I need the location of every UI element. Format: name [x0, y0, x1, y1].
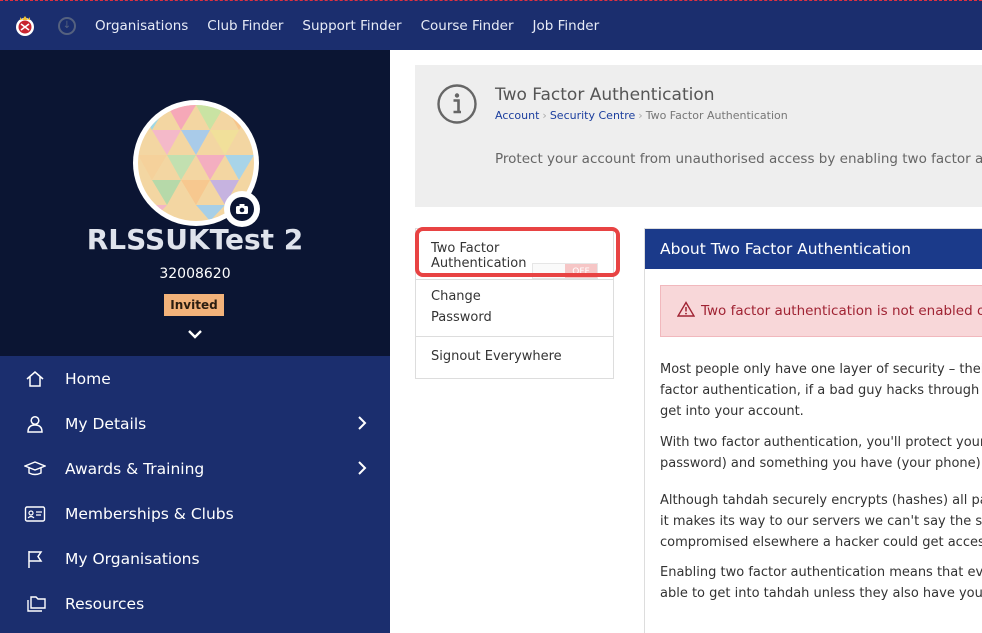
nav-link-course-finder[interactable]: Course Finder — [411, 1, 523, 51]
breadcrumb-account[interactable]: Account — [495, 109, 539, 122]
warning-icon — [677, 301, 695, 317]
paragraph-line: get into your account. — [660, 404, 804, 419]
id-card-icon — [24, 503, 46, 525]
paragraph-line: With two factor authentication, you'll p… — [660, 435, 982, 450]
user-icon — [24, 413, 46, 435]
breadcrumb-current: Two Factor Authentication — [645, 109, 788, 122]
nav-link-club-finder[interactable]: Club Finder — [198, 1, 293, 51]
page-header: Two Factor Authentication Account › Securi… — [415, 65, 982, 207]
profile-panel: RLSSUKTest 2 32008620 Invited — [0, 50, 390, 356]
about-panel: About Two Factor Authentication Two fact… — [644, 228, 982, 633]
paragraph-line: Although tahdah securely encrypts (hashe… — [660, 493, 982, 508]
camera-icon — [230, 197, 254, 221]
tab-label-line2: Password — [431, 310, 492, 325]
change-photo-button[interactable] — [224, 191, 260, 227]
sidebar-menu: Home My Details Awards & Training Member… — [0, 356, 390, 633]
paragraph-line: able to get into tahdah unless they also… — [660, 586, 982, 601]
top-nav: ↓ Organisations Club Finder Support Find… — [0, 0, 982, 50]
nav-link-organisations[interactable]: Organisations — [84, 1, 198, 51]
profile-name: RLSSUKTest 2 — [86, 223, 304, 256]
highlight-annotation — [415, 227, 620, 277]
main-content: Two Factor Authentication Account › Securi… — [390, 50, 982, 633]
not-enabled-alert: Two factor authentication is not enabled… — [660, 285, 982, 337]
about-paragraph-1: Most people only have one layer of secur… — [660, 359, 982, 422]
download-icon: ↓ — [58, 16, 76, 35]
sidebar-item-my-details[interactable]: My Details — [0, 401, 390, 446]
sidebar: RLSSUKTest 2 32008620 Invited Home My De… — [0, 50, 390, 633]
about-paragraph-2: With two factor authentication, you'll p… — [660, 432, 982, 474]
status-badge: Invited — [164, 294, 224, 316]
paragraph-line: password) and something you have (your p… — [660, 456, 982, 471]
sidebar-item-memberships-clubs[interactable]: Memberships & Clubs — [0, 491, 390, 536]
chevron-right-icon — [358, 461, 367, 475]
home-icon — [24, 368, 46, 390]
paragraph-line: factor authentication, if a bad guy hack… — [660, 383, 982, 398]
tab-label-line1: Change — [431, 289, 481, 304]
paragraph-line: compromised elsewhere a hacker could get… — [660, 535, 982, 550]
flag-icon — [24, 548, 46, 570]
sidebar-item-resources[interactable]: Resources — [0, 581, 390, 626]
nav-links: Organisations Club Finder Support Finder… — [84, 1, 609, 51]
about-paragraph-3: Although tahdah securely encrypts (hashe… — [660, 490, 982, 553]
breadcrumb: Account › Security Centre › Two Factor Authe… — [495, 109, 788, 122]
paragraph-line: Most people only have one layer of secur… — [660, 362, 982, 377]
tab-change-password[interactable]: Change Password — [416, 279, 613, 336]
page-description: Protect your account from unauthorised a… — [495, 151, 982, 167]
sidebar-item-label: Awards & Training — [65, 459, 205, 478]
chevron-right-icon — [358, 416, 367, 430]
nav-link-support-finder[interactable]: Support Finder — [293, 1, 411, 51]
about-paragraph-4: Enabling two factor authentication means… — [660, 562, 982, 604]
info-icon — [437, 84, 477, 124]
breadcrumb-separator-icon: › — [542, 109, 547, 122]
sidebar-item-awards-training[interactable]: Awards & Training — [0, 446, 390, 491]
download-button[interactable]: ↓ — [50, 1, 84, 51]
profile-expand-chevron-icon[interactable] — [185, 326, 205, 342]
alert-text: Two factor authentication is not enabled… — [701, 303, 982, 319]
paragraph-line: it makes its way to our servers we can't… — [660, 514, 982, 529]
breadcrumb-separator-icon: › — [638, 109, 643, 122]
sidebar-item-label: Resources — [65, 594, 145, 613]
sidebar-item-home[interactable]: Home — [0, 356, 390, 401]
crest-logo-icon — [16, 15, 34, 36]
breadcrumb-security-centre[interactable]: Security Centre — [550, 109, 635, 122]
about-title: About Two Factor Authentication — [645, 229, 982, 269]
sidebar-item-my-organisations[interactable]: My Organisations — [0, 536, 390, 581]
sidebar-item-label: My Organisations — [65, 549, 200, 568]
folders-icon — [24, 593, 46, 615]
paragraph-line: Enabling two factor authentication means… — [660, 565, 982, 580]
sidebar-item-label: My Details — [65, 414, 147, 433]
nav-link-job-finder[interactable]: Job Finder — [523, 1, 609, 51]
sidebar-item-label: Home — [65, 369, 111, 388]
graduation-cap-icon — [24, 458, 46, 480]
member-number: 32008620 — [159, 266, 231, 282]
tab-signout-everywhere[interactable]: Signout Everywhere — [416, 336, 613, 378]
sidebar-item-label: Memberships & Clubs — [65, 504, 234, 523]
tab-label: Signout Everywhere — [431, 349, 562, 364]
page-title: Two Factor Authentication — [495, 85, 715, 105]
logo[interactable] — [0, 1, 50, 51]
